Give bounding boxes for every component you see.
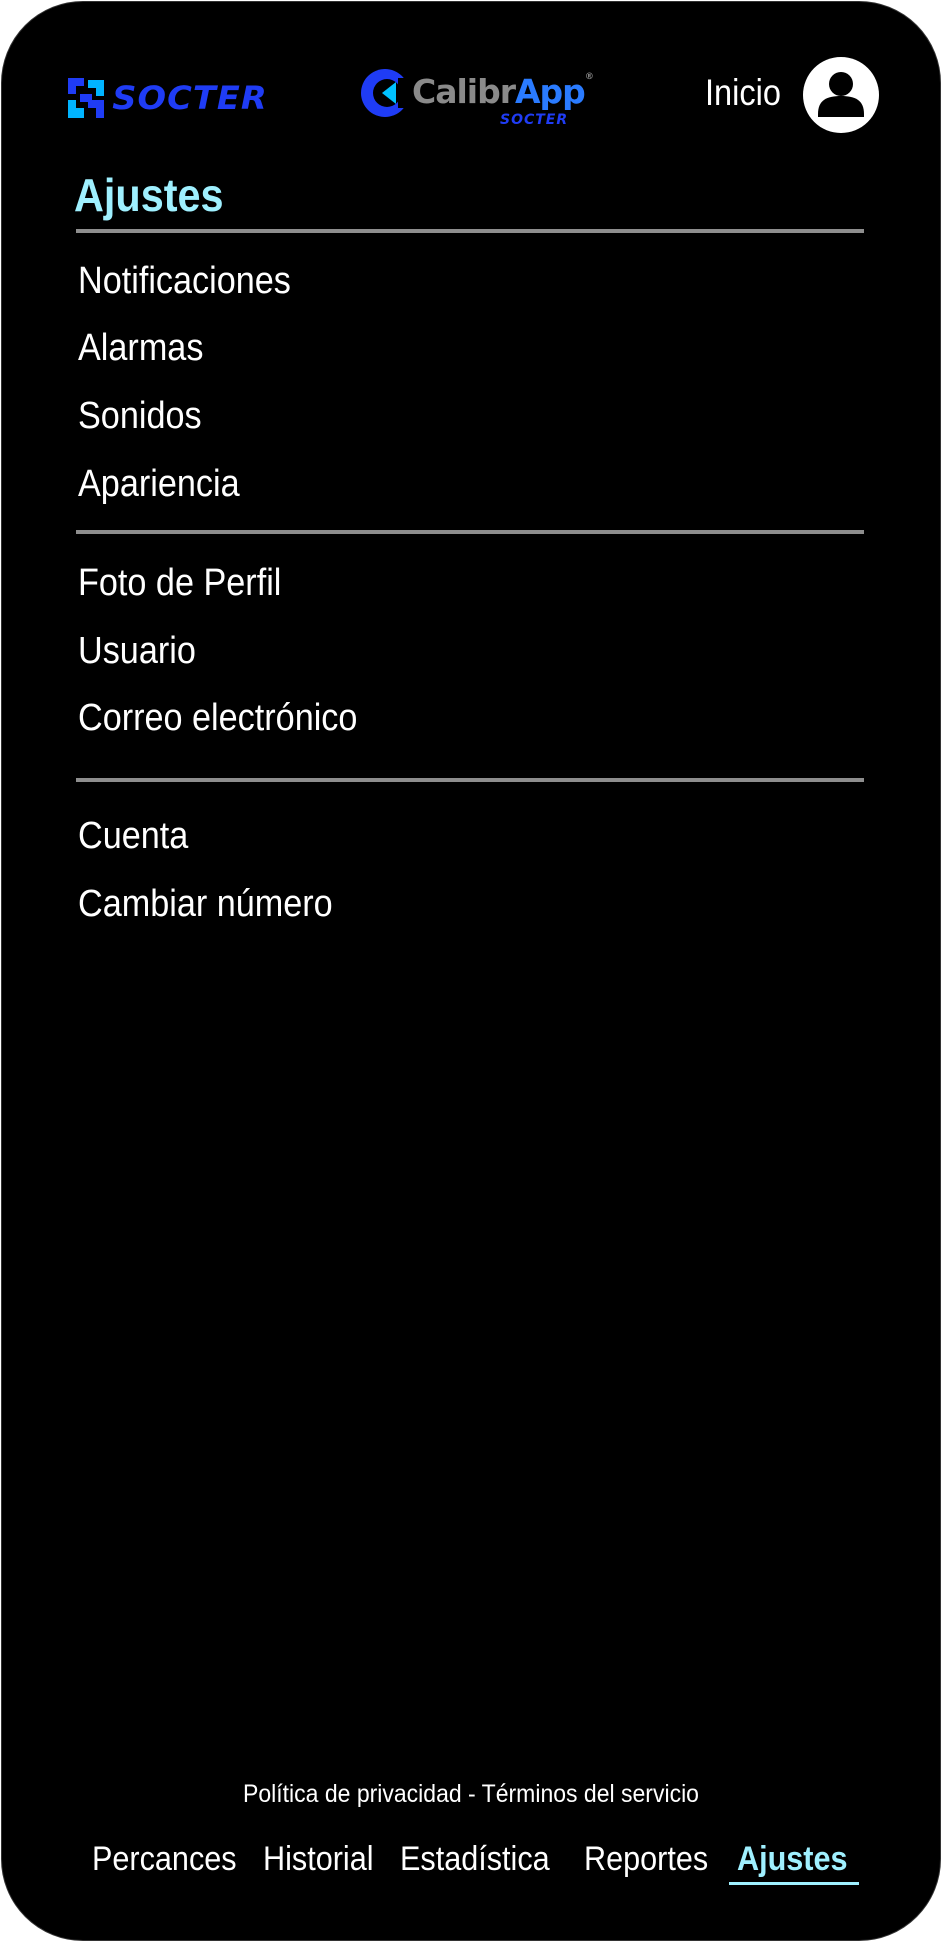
tab-reportes[interactable]: Reportes	[584, 1840, 708, 1879]
menu-item-apariencia[interactable]: Apariencia	[78, 463, 240, 506]
tab-percances[interactable]: Percances	[92, 1840, 237, 1879]
socter-logo: SOCTER	[66, 76, 268, 120]
tab-ajustes[interactable]: Ajustes	[737, 1840, 848, 1879]
page-title: Ajustes	[74, 169, 224, 221]
menu-item-cuenta[interactable]: Cuenta	[78, 815, 188, 858]
menu-item-cambiar-numero[interactable]: Cambiar número	[78, 883, 333, 926]
home-link[interactable]: Inicio	[705, 72, 781, 114]
socter-wordmark: SOCTER	[112, 79, 268, 117]
menu-item-sonidos[interactable]: Sonidos	[78, 395, 202, 438]
menu-item-foto-perfil[interactable]: Foto de Perfil	[78, 562, 281, 605]
registered-mark: ®	[584, 72, 594, 82]
user-avatar-button[interactable]	[803, 57, 879, 133]
tab-estadistica[interactable]: Estadística	[400, 1840, 550, 1879]
privacy-link[interactable]: Política de privacidad	[243, 1780, 462, 1808]
calibrapp-logo: CalibrApp® SOCTER	[360, 66, 600, 132]
group-divider	[76, 778, 864, 782]
footer-separator: -	[461, 1780, 482, 1808]
app-screen: SOCTER CalibrApp® SOCTER Inicio Ajustes …	[1, 1, 941, 1941]
calibrapp-subtitle: SOCTER	[500, 112, 569, 128]
calibrapp-word-part2: App	[515, 72, 586, 111]
active-tab-indicator	[729, 1882, 859, 1885]
user-icon	[818, 72, 864, 117]
terms-link[interactable]: Términos del servicio	[482, 1780, 699, 1808]
group-divider	[76, 530, 864, 534]
calibrapp-wordmark: CalibrApp®	[412, 72, 594, 111]
tab-historial[interactable]: Historial	[263, 1840, 374, 1879]
calibrapp-word-part1: Calibr	[412, 72, 516, 111]
socter-logo-icon	[68, 78, 104, 118]
menu-item-notificaciones[interactable]: Notificaciones	[78, 260, 291, 303]
menu-item-correo[interactable]: Correo electrónico	[78, 697, 357, 740]
title-divider	[76, 229, 864, 233]
menu-item-alarmas[interactable]: Alarmas	[78, 327, 203, 370]
menu-item-usuario[interactable]: Usuario	[78, 630, 196, 673]
footer-links: Política de privacidad - Términos del se…	[40, 1780, 903, 1809]
calibrapp-logo-icon	[361, 69, 410, 117]
